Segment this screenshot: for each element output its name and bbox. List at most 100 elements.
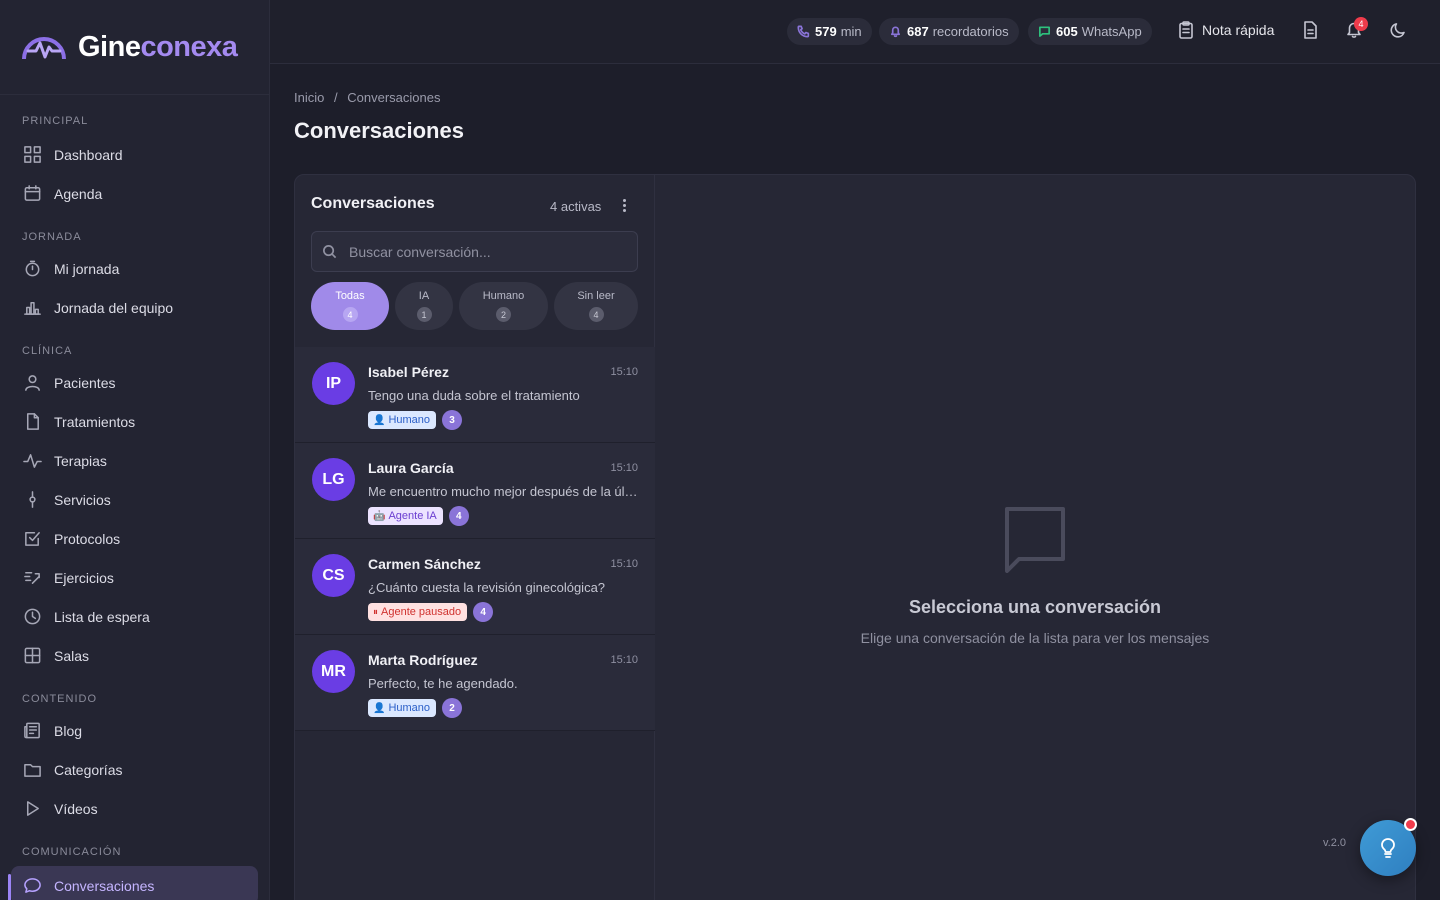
sidebar-item-servicios[interactable]: Servicios	[0, 480, 269, 519]
sidebar-item-videos[interactable]: Vídeos	[0, 789, 269, 828]
section-contenido: CONTENIDO	[22, 693, 97, 705]
sidebar-item-conversaciones[interactable]: Conversaciones	[8, 866, 258, 900]
reminders-pill[interactable]: 687 recordatorios	[879, 18, 1019, 45]
sidebar-item-ejercicios[interactable]: Ejercicios	[0, 558, 269, 597]
stopwatch-icon	[22, 259, 42, 279]
sidebar-item-label: Salas	[54, 647, 90, 664]
pause-icon: ⏸	[373, 606, 378, 618]
bar-chart-icon	[22, 298, 42, 318]
filter-count: 2	[496, 307, 511, 322]
user-icon	[22, 373, 42, 393]
avatar: CS	[312, 554, 355, 597]
conversation-list-pane: Conversaciones 4 activas Todas 4 IA 1 Hu…	[295, 175, 655, 900]
reminders-label: recordatorios	[932, 24, 1009, 39]
message-preview: Perfecto, te he agendado.	[368, 676, 518, 691]
quick-note-button[interactable]: Nota rápida	[1176, 20, 1274, 40]
sidebar-item-protocolos[interactable]: Protocolos	[0, 519, 269, 558]
app-name-part2: conexa	[140, 30, 238, 63]
app-name-part1: Gine	[78, 30, 141, 63]
search-icon	[323, 245, 337, 259]
layout-icon	[22, 646, 42, 666]
sidebar-item-blog[interactable]: Blog	[0, 711, 269, 750]
sidebar-item-tratamientos[interactable]: Tratamientos	[0, 402, 269, 441]
message-time: 15:10	[610, 366, 638, 378]
search-box	[311, 231, 638, 272]
sidebar-item-label: Categorías	[54, 761, 123, 778]
git-commit-icon	[22, 490, 42, 510]
sidebar-item-salas[interactable]: Salas	[0, 636, 269, 675]
filter-todas[interactable]: Todas 4	[311, 282, 389, 330]
search-input[interactable]	[349, 243, 619, 260]
status-label: Agente pausado	[381, 606, 462, 618]
bell-icon	[890, 26, 901, 38]
run-icon	[22, 568, 42, 588]
filter-label: IA	[418, 290, 430, 302]
sidebar-item-terapias[interactable]: Terapias	[0, 441, 269, 480]
chat-icon	[22, 876, 42, 896]
message-square-icon	[1039, 26, 1050, 37]
filter-label: Todas	[335, 290, 365, 302]
filter-sin-leer[interactable]: Sin leer 4	[554, 282, 638, 330]
conversation-item[interactable]: MR Marta Rodríguez 15:10 Perfecto, te he…	[295, 635, 655, 731]
sidebar-item-lista-espera[interactable]: Lista de espera	[0, 597, 269, 636]
conversation-item[interactable]: LG Laura García 15:10 Me encuentro mucho…	[295, 443, 655, 539]
unread-badge: 4	[448, 506, 469, 526]
document-button[interactable]	[1300, 20, 1320, 40]
message-preview: Me encuentro mucho mejor después de la ú…	[368, 484, 640, 499]
contact-name: Carmen Sánchez	[368, 556, 481, 572]
conversations-card: Conversaciones 4 activas Todas 4 IA 1 Hu…	[294, 174, 1416, 900]
sidebar-item-label: Agenda	[54, 185, 103, 202]
sidebar-item-label: Lista de espera	[54, 608, 150, 625]
sidebar-item-pacientes[interactable]: Pacientes	[0, 363, 269, 402]
sidebar-item-label: Jornada del equipo	[54, 299, 174, 316]
user-icon: 👤	[373, 414, 386, 426]
status-badge: 👤 Humano	[368, 699, 437, 717]
clipboard-icon	[1179, 21, 1193, 39]
filter-humano[interactable]: Humano 2	[459, 282, 548, 330]
unread-badge: 2	[442, 698, 463, 718]
pulse-icon	[22, 451, 42, 471]
filter-count: 1	[416, 307, 432, 322]
sidebar-item-dashboard[interactable]: Dashboard	[0, 135, 269, 174]
sidebar-item-jornada-equipo[interactable]: Jornada del equipo	[0, 288, 269, 327]
contact-name: Marta Rodríguez	[368, 652, 478, 668]
section-jornada: JORNADA	[22, 231, 82, 243]
filter-tabs: Todas 4 IA 1 Humano 2 Sin leer 4	[311, 282, 644, 330]
sidebar-item-label: Blog	[54, 722, 83, 739]
sidebar-item-label: Ejercicios	[54, 569, 114, 586]
app-name: Gineconexa	[78, 30, 238, 64]
filter-ia[interactable]: IA 1	[395, 282, 453, 330]
file-icon	[22, 412, 42, 432]
breadcrumb: Inicio / Conversaciones	[294, 90, 446, 105]
theme-toggle-button[interactable]	[1388, 20, 1408, 40]
sidebar-item-categorias[interactable]: Categorías	[0, 750, 269, 789]
notifications-button[interactable]: 4	[1344, 17, 1368, 40]
phone-icon	[797, 25, 810, 38]
whatsapp-pill[interactable]: 605 WhatsApp	[1028, 18, 1152, 45]
app-logo[interactable]: Gineconexa	[0, 0, 269, 95]
minutes-unit: min	[840, 24, 862, 39]
calendar-icon	[22, 184, 42, 204]
sidebar-item-label: Vídeos	[54, 800, 98, 817]
sidebar-item-label: Pacientes	[54, 374, 116, 391]
sidebar-item-agenda[interactable]: Agenda	[0, 174, 269, 213]
more-options-button[interactable]	[617, 197, 631, 215]
breadcrumb-home[interactable]: Inicio	[294, 90, 324, 105]
sidebar-item-mi-jornada[interactable]: Mi jornada	[0, 249, 269, 288]
unread-badge: 4	[473, 602, 494, 622]
notifications-badge: 4	[1354, 17, 1368, 31]
message-preview: Tengo una duda sobre el tratamiento	[368, 388, 580, 403]
minutes-pill[interactable]: 579 min	[787, 18, 872, 45]
message-time: 15:10	[610, 654, 638, 666]
unread-badge: 3	[442, 410, 463, 430]
status-label: Humano	[388, 702, 431, 714]
top-bar: 579 min 687 recordatorios 605 WhatsApp N…	[270, 0, 1440, 64]
page-title: Conversaciones	[294, 118, 464, 143]
conversation-tags: ⏸ Agente pausado 4	[368, 602, 494, 622]
conversations-heading: Conversaciones	[311, 195, 435, 212]
user-icon: 👤	[373, 702, 386, 714]
conversation-item[interactable]: IP Isabel Pérez 15:10 Tengo una duda sob…	[295, 347, 655, 443]
filter-count: 4	[588, 307, 604, 322]
conversation-item[interactable]: CS Carmen Sánchez 15:10 ¿Cuánto cuesta l…	[295, 539, 655, 635]
filter-count: 4	[342, 307, 358, 322]
